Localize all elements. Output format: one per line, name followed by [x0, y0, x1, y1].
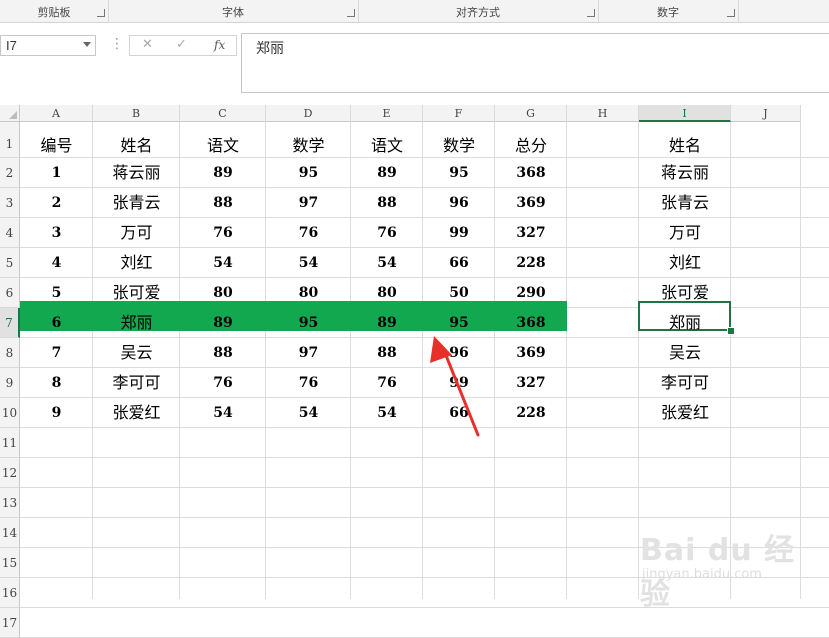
- ribbon-group-clipboard-label: 剪贴板: [37, 6, 71, 19]
- formula-input[interactable]: 郑丽: [241, 33, 829, 93]
- ribbon-group-clipboard: 剪贴板: [0, 0, 109, 22]
- chevron-down-icon[interactable]: [83, 42, 91, 47]
- annotation-arrow: [430, 336, 480, 437]
- ribbon-group-font: 字体: [108, 0, 359, 22]
- ribbon-group-labels: 剪贴板 字体 对齐方式 数字: [0, 0, 829, 23]
- name-box-value: I7: [6, 38, 17, 53]
- gridline-horizontal: [20, 607, 829, 608]
- cancel-icon[interactable]: ✕: [142, 37, 153, 52]
- ribbon-group-number-label: 数字: [657, 6, 679, 19]
- formula-value: 郑丽: [256, 41, 284, 57]
- dialog-launcher-icon[interactable]: [727, 9, 735, 17]
- formula-buttons: ✕ ✓ fx: [129, 35, 237, 56]
- ribbon-group-number: 数字: [598, 0, 739, 22]
- dialog-launcher-icon[interactable]: [97, 9, 105, 17]
- formula-bar: I7 ⋮ ✕ ✓ fx 郑丽: [0, 23, 829, 105]
- dialog-launcher-icon[interactable]: [347, 9, 355, 17]
- more-options-icon[interactable]: ⋮: [110, 37, 124, 51]
- dialog-launcher-icon[interactable]: [587, 9, 595, 17]
- insert-function-icon[interactable]: fx: [214, 38, 225, 52]
- ribbon-group-font-label: 字体: [222, 6, 244, 19]
- ribbon-group-alignment-label: 对齐方式: [456, 6, 500, 19]
- name-box[interactable]: I7: [0, 35, 96, 56]
- enter-icon[interactable]: ✓: [176, 37, 187, 52]
- worksheet-grid[interactable]: ABCDEFGHIJ 1 2 3 4 5 6 7 8 9 10 11 12 13 14 15 16 17 编号姓…: [0, 105, 829, 638]
- ribbon-group-alignment: 对齐方式: [358, 0, 599, 22]
- arrow-shaft: [443, 351, 480, 437]
- row-header-17[interactable]: 17: [0, 608, 20, 638]
